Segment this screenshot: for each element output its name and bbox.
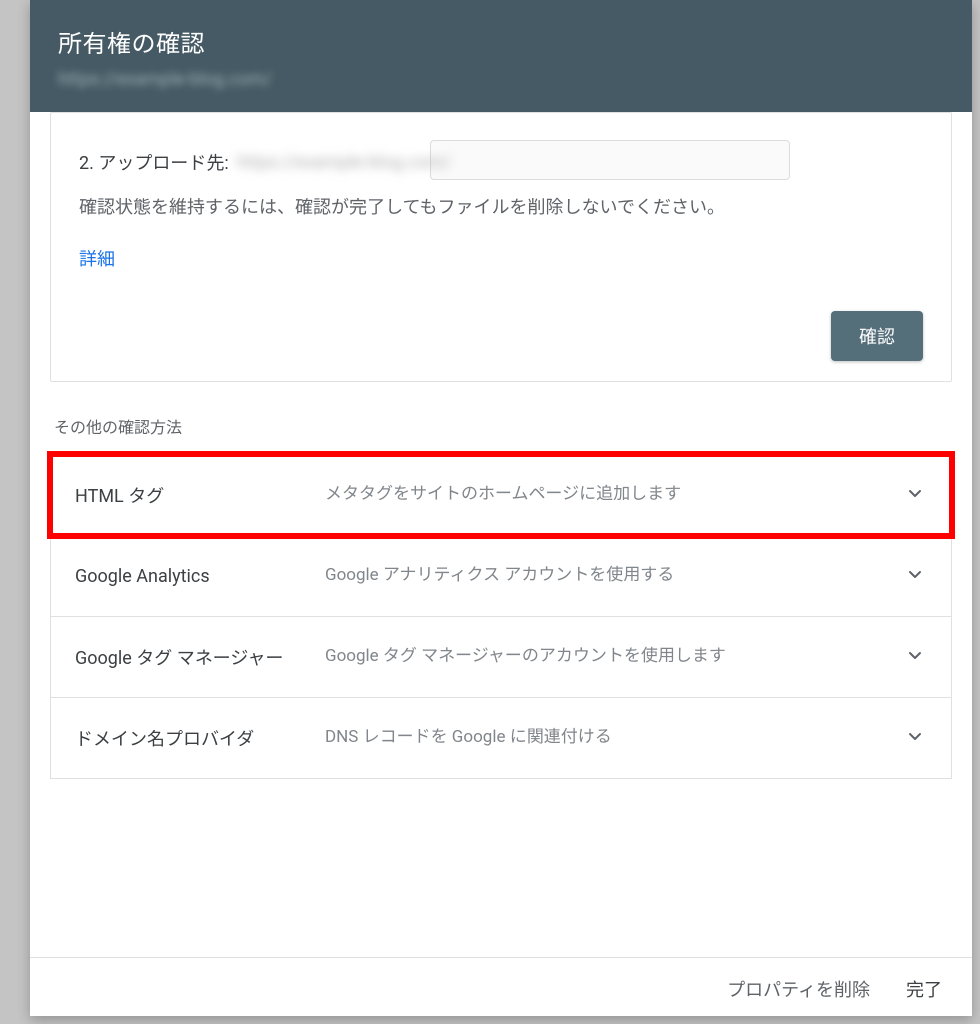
- method-desc: DNS レコードを Google に関連付ける: [325, 725, 887, 751]
- method-google-analytics[interactable]: Google Analytics Google アナリティクス アカウントを使用…: [50, 536, 952, 617]
- verify-row: 確認: [79, 311, 923, 361]
- chevron-down-icon: [903, 562, 927, 590]
- method-name: Google Analytics: [75, 566, 325, 587]
- other-methods-label: その他の確認方法: [54, 414, 948, 438]
- modal-body: 2. アップロード先: https://example-blog.com/ 確認…: [30, 112, 972, 957]
- method-desc: Google タグ マネージャーのアカウントを使用します: [325, 644, 887, 670]
- modal-header: 所有権の確認 https://example-blog.com/: [30, 0, 972, 112]
- method-desc: Google アナリティクス アカウントを使用する: [325, 563, 887, 589]
- property-url-blurred: https://example-blog.com/: [58, 69, 944, 90]
- verify-button[interactable]: 確認: [831, 311, 923, 361]
- file-download-box: [430, 140, 790, 180]
- upload-url-blurred: https://example-blog.com/: [237, 152, 451, 173]
- method-name: HTML タグ: [75, 482, 325, 508]
- method-desc: メタタグをサイトのホームページに追加します: [325, 482, 887, 508]
- chevron-down-icon: [903, 724, 927, 752]
- upload-step-prefix: 2. アップロード先:: [79, 149, 229, 175]
- chevron-down-icon: [903, 643, 927, 671]
- chevron-down-icon: [903, 481, 927, 509]
- modal-title: 所有権の確認: [58, 24, 944, 59]
- retention-note: 確認状態を維持するには、確認が完了してもファイルを削除しないでください。: [79, 191, 923, 225]
- method-name: ドメイン名プロバイダ: [75, 725, 325, 751]
- remove-property-button[interactable]: プロパティを削除: [727, 976, 870, 1002]
- done-button[interactable]: 完了: [906, 976, 942, 1002]
- ownership-verification-modal: 所有権の確認 https://example-blog.com/ 2. アップロ…: [30, 0, 972, 1016]
- method-name: Google タグ マネージャー: [75, 644, 325, 670]
- modal-footer: プロパティを削除 完了: [30, 957, 972, 1016]
- method-list: HTML タグ メタタグをサイトのホームページに追加します Google Ana…: [50, 454, 952, 779]
- details-link[interactable]: 詳細: [79, 245, 115, 271]
- method-domain-provider[interactable]: ドメイン名プロバイダ DNS レコードを Google に関連付ける: [50, 698, 952, 779]
- method-google-tag-manager[interactable]: Google タグ マネージャー Google タグ マネージャーのアカウントを…: [50, 617, 952, 698]
- method-html-tag[interactable]: HTML タグ メタタグをサイトのホームページに追加します: [50, 454, 952, 536]
